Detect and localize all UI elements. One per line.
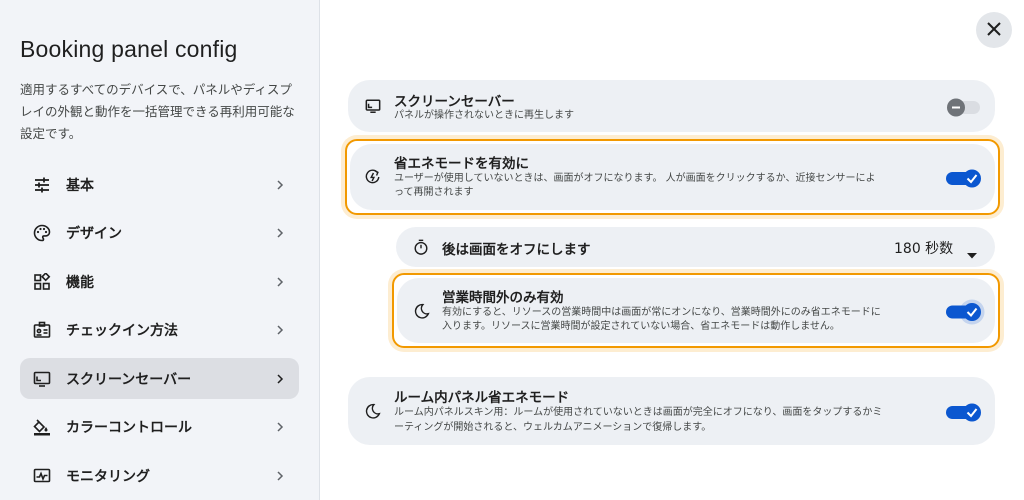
eco-mode-title: 省エネモードを有効に [394,156,529,172]
screen-off-value[interactable]: 180 秒数 [894,238,953,258]
chevron-right-icon [273,226,287,240]
chevron-right-icon [273,420,287,434]
sidebar-item-label: チェックイン方法 [66,323,178,339]
sidebar-item-basic[interactable]: 基本 [20,164,299,205]
room-panel-description-2: ーティングが開始されると、ウェルカムアニメーションで復帰します。 [394,422,712,433]
eco-mode-toggle[interactable] [946,167,984,191]
chevron-right-icon [273,372,287,386]
widgets-icon [32,272,52,292]
sidebar-item-label: 機能 [66,274,94,291]
tune-icon [32,175,52,195]
sidebar-item-checkin[interactable]: チェックイン方法 [20,310,299,351]
sidebar-item-label: カラーコントロール [66,420,192,436]
timer-icon [412,238,430,256]
business-hours-toggle[interactable] [946,299,985,325]
sidebar-item-features[interactable]: 機能 [20,261,299,302]
room-panel-card: ルーム内パネル省エネモード ルーム内パネルスキン用：ルームが使用されていないとき… [348,377,995,445]
monitoring-icon [32,466,52,486]
sidebar-item-screensaver[interactable]: スクリーンセーバー [20,358,299,399]
business-hours-title: 営業時間外のみ有効 [442,290,564,306]
moon-icon [364,402,382,420]
palette-icon [32,223,52,243]
dropdown-arrow-icon[interactable] [967,244,977,263]
sidebar-item-color-control[interactable]: カラーコントロール [20,407,299,448]
close-icon [987,21,1001,40]
business-hours-card: 営業時間外のみ有効 有効にすると、リソースの営業時間中は画面が常にオンになり、営… [397,278,995,343]
chevron-right-icon [273,323,287,337]
screensaver-description: パネルが操作されないときに再生します [394,110,574,121]
chevron-right-icon [273,275,287,289]
chevron-right-icon [273,469,287,483]
sidebar-item-label: スクリーンセーバー [66,371,192,388]
page-title: Booking panel config [20,36,238,62]
badge-icon [32,320,52,340]
sidebar: Booking panel config 適用するすべてのデバイスで、パネルやデ… [0,0,320,500]
close-button[interactable] [976,12,1012,48]
screensaver-title: スクリーンセーバー [394,94,515,110]
chevron-right-icon [273,178,287,192]
sidebar-item-design[interactable]: デザイン [20,213,299,254]
sidebar-item-label: デザイン [66,226,122,242]
eco-mode-description-2: って再開されます [394,187,474,198]
sidebar-item-label: 基本 [66,177,94,194]
room-panel-title: ルーム内パネル省エネモード [394,390,570,406]
screen-off-card[interactable]: 後は画面をオフにします 180 秒数 [396,227,995,267]
moon-icon [413,302,431,320]
screen-icon [32,369,52,389]
screensaver-card: スクリーンセーバー パネルが操作されないときに再生します [348,80,995,132]
room-panel-toggle[interactable] [946,401,984,425]
screen-off-title: 後は画面をオフにします [442,242,591,258]
page-description: 適用するすべてのデバイスで、パネルやディスプレイの外観と動作を一括管理できる再利… [20,82,295,141]
eco-icon [364,168,382,186]
eco-mode-card: 省エネモードを有効に ユーザーが使用していないときは、画面がオフになります。 人… [350,144,995,210]
screensaver-toggle[interactable] [944,96,982,120]
room-panel-description: ルーム内パネルスキン用：ルームが使用されていないときは画面が完全にオフになり、画… [394,407,883,418]
sidebar-nav: 基本 デザイン 機能 チェックイン方法 スクリーンセーバー カラーコントロール … [20,164,299,500]
sidebar-item-label: モニタリング [66,468,150,485]
screen-icon [364,97,382,115]
paint-bucket-icon [32,417,52,437]
business-hours-description-2: 入ります。リソースに営業時間が設定されていない場合、省エネモードは動作しません。 [442,321,840,332]
sidebar-item-monitoring[interactable]: モニタリング [20,455,299,496]
